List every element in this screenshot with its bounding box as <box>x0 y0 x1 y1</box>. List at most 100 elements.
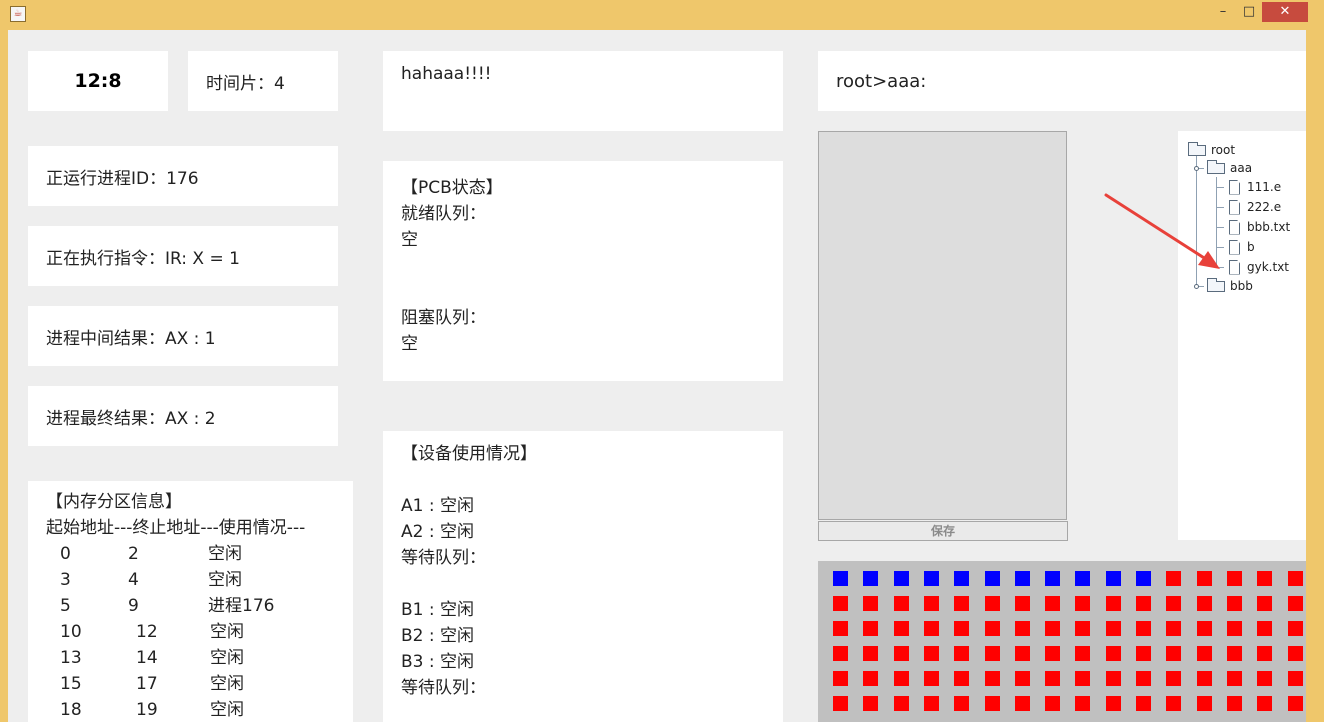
clock-value: 12:8 <box>74 70 122 92</box>
blocked-queue-label: 阻塞队列： <box>401 308 486 328</box>
tree-node-root[interactable]: root <box>1188 141 1235 159</box>
disk-block <box>1105 696 1121 711</box>
tree-node-label: bbb.txt <box>1247 220 1291 234</box>
table-row: 13 14 空闲 <box>46 645 353 671</box>
row-state: 空闲 <box>210 700 244 720</box>
running-pid-label: 正运行进程ID：176 <box>46 168 199 189</box>
disk-block <box>1105 646 1121 661</box>
device-b-wait-queue: 等待队列： <box>401 678 486 698</box>
disk-block <box>1014 696 1030 711</box>
row-state: 空闲 <box>208 544 242 564</box>
device-a1: A1 : 空闲 <box>401 496 474 516</box>
expand-toggle-icon[interactable] <box>1194 284 1199 289</box>
file-icon <box>1229 219 1240 235</box>
java-icon: ☕ <box>10 6 26 22</box>
table-row: 15 17 空闲 <box>46 671 353 697</box>
path-panel: root>aaa: <box>818 51 1306 111</box>
disk-block <box>1287 621 1303 636</box>
tree-node-file[interactable]: bbb.txt <box>1229 218 1290 236</box>
disk-block <box>923 621 939 636</box>
disk-block <box>1166 571 1182 586</box>
row-state: 空闲 <box>208 570 242 590</box>
minimize-icon[interactable]: – <box>1212 2 1234 22</box>
disk-block <box>984 596 1000 611</box>
disk-block <box>1226 596 1242 611</box>
disk-block <box>1014 671 1030 686</box>
save-button[interactable]: 保存 <box>818 521 1068 541</box>
disk-block <box>923 696 939 711</box>
tree-node-file[interactable]: 222.e <box>1229 198 1281 216</box>
disk-block <box>1014 596 1030 611</box>
disk-block <box>1257 646 1273 661</box>
disk-block <box>1226 671 1242 686</box>
tree-connector <box>1216 227 1224 228</box>
disk-block <box>1136 571 1151 586</box>
tree-node-label: 222.e <box>1247 200 1282 214</box>
disk-block <box>1075 671 1091 686</box>
blocked-queue-value: 空 <box>401 334 418 354</box>
disk-block <box>1045 696 1061 711</box>
close-icon[interactable]: ✕ <box>1262 2 1308 22</box>
tree-node-file[interactable]: gyk.txt <box>1229 258 1289 276</box>
disk-block <box>1075 596 1091 611</box>
disk-block <box>1166 621 1182 636</box>
disk-block <box>1166 596 1182 611</box>
disk-block <box>1136 696 1151 711</box>
tree-node-file[interactable]: b <box>1229 238 1255 256</box>
row-end: 19 <box>136 700 158 720</box>
tree-node-label: root <box>1211 143 1236 157</box>
disk-block <box>1014 646 1030 661</box>
disk-block <box>1166 696 1182 711</box>
window-title-bar: ☕ – □ ✕ <box>0 0 1324 30</box>
disk-block <box>1287 571 1303 586</box>
output-panel: hahaaa!!!! <box>383 51 783 131</box>
disk-block <box>984 696 1000 711</box>
disk-block <box>1287 646 1303 661</box>
row-start: 0 <box>60 544 71 564</box>
tree-node-aaa[interactable]: aaa <box>1207 159 1252 177</box>
device-a-wait-queue: 等待队列： <box>401 548 486 568</box>
file-icon <box>1229 239 1240 255</box>
disk-block <box>1196 696 1212 711</box>
disk-block <box>1196 671 1212 686</box>
main-content: 12:8 时间片：4 正运行进程ID：176 正在执行指令：IR: X = 1 … <box>8 30 1306 722</box>
disk-block <box>1287 596 1303 611</box>
clock-panel: 12:8 <box>28 51 168 111</box>
disk-block <box>863 696 879 711</box>
tree-node-file[interactable]: 111.e <box>1229 178 1281 196</box>
disk-block <box>1257 696 1273 711</box>
instruction-panel: 正在执行指令：IR: X = 1 <box>28 226 338 286</box>
disk-block <box>923 596 939 611</box>
device-panel: 【设备使用情况】 A1 : 空闲 A2 : 空闲 等待队列： B1 : 空闲 B… <box>383 431 783 722</box>
expand-toggle-icon[interactable] <box>1194 166 1199 171</box>
disk-block <box>893 596 909 611</box>
file-editor-textarea[interactable] <box>818 131 1067 520</box>
disk-block <box>1105 571 1121 586</box>
disk-block <box>1226 621 1242 636</box>
disk-block <box>863 671 879 686</box>
disk-block <box>1196 571 1212 586</box>
disk-block <box>1196 621 1212 636</box>
memory-partition-panel: 【内存分区信息】 起始地址---终止地址---使用情况--- 0 2 空闲 3 … <box>28 481 353 722</box>
table-row: 18 19 空闲 <box>46 697 353 722</box>
disk-block <box>1287 696 1303 711</box>
row-start: 18 <box>60 700 82 720</box>
memory-header: 起始地址---终止地址---使用情况--- <box>46 518 306 538</box>
row-start: 15 <box>60 674 82 694</box>
row-end: 9 <box>128 596 139 616</box>
disk-block <box>954 646 970 661</box>
maximize-icon[interactable]: □ <box>1238 2 1260 22</box>
disk-block <box>923 671 939 686</box>
disk-block <box>1105 621 1121 636</box>
tree-node-bbb[interactable]: bbb <box>1207 277 1253 295</box>
row-state: 空闲 <box>210 622 244 642</box>
row-end: 12 <box>136 622 158 642</box>
disk-block <box>1045 596 1061 611</box>
running-process-panel: 正运行进程ID：176 <box>28 146 338 206</box>
folder-icon <box>1188 141 1206 156</box>
disk-block <box>954 596 970 611</box>
disk-block <box>1196 596 1212 611</box>
tree-node-label: b <box>1247 240 1255 254</box>
disk-block <box>893 571 909 586</box>
folder-icon <box>1207 159 1225 174</box>
